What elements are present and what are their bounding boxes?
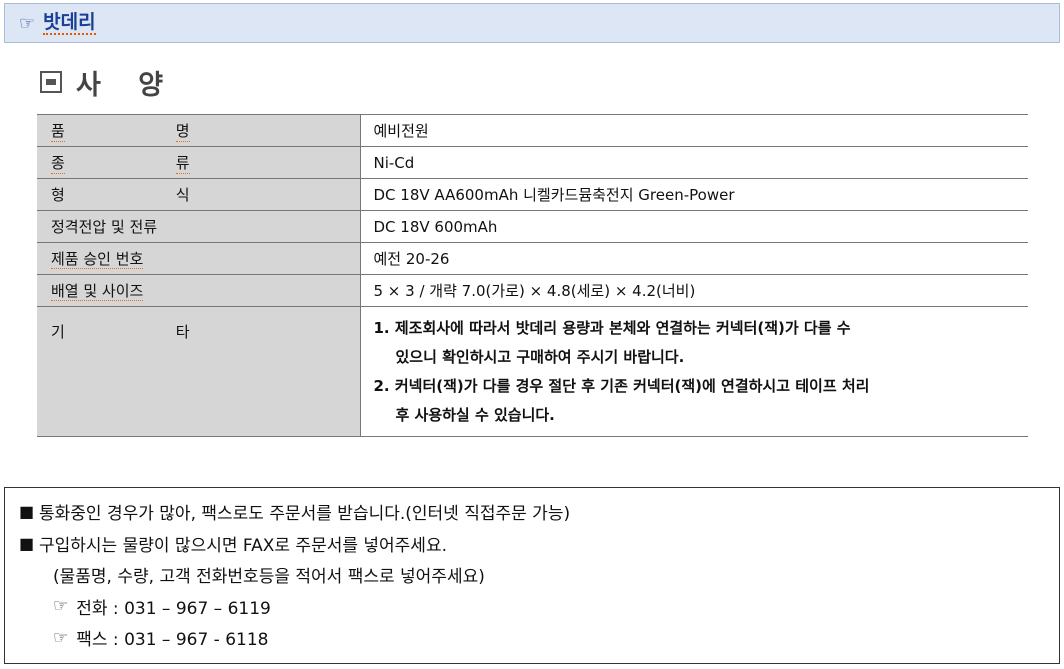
list-item: ☞ 팩스 : 031 – 967 - 6118 (19, 622, 1059, 654)
table-row: 형식 DC 18V AA600mAh 니켈카드뮴축전지 Green-Power (37, 178, 1028, 211)
order-info-box: ■ 통화중인 경우가 많아, 팩스로도 주문서를 받습니다.(인터넷 직접주문 … (4, 487, 1060, 664)
row-value: 1. 제조회사에 따라서 밧데리 용량과 본체와 연결하는 커넥터(잭)가 다를… (360, 306, 1029, 437)
order-note: 구입하시는 물량이 많으시면 FAX로 주문서를 넣어주세요. (39, 535, 447, 556)
row-value: 예전 20-26 (360, 242, 1028, 275)
row-label: 기타 (37, 306, 361, 437)
row-value: 5 × 3 / 개략 7.0(가로) × 4.8(세로) × 4.2(너비) (360, 274, 1028, 307)
note-line: 2. 커넥터(잭)가 다를 경우 절단 후 기존 커넥터(잭)에 연결하시고 테… (373, 376, 870, 395)
section-heading: 사 양 (40, 62, 177, 102)
row-label: 품명 (37, 114, 361, 147)
row-value: DC 18V 600mAh (360, 210, 1028, 243)
list-item: ■ 구입하시는 물량이 많으시면 FAX로 주문서를 넣어주세요. (19, 528, 1059, 560)
row-label: 제품 승인 번호 (37, 242, 361, 275)
row-value: DC 18V AA600mAh 니켈카드뮴축전지 Green-Power (360, 178, 1028, 211)
order-note: 통화중인 경우가 많아, 팩스로도 주문서를 받습니다.(인터넷 직접주문 가능… (39, 504, 571, 525)
row-label: 정격전압 및 전류 (37, 210, 361, 243)
table-row: 기타 1. 제조회사에 따라서 밧데리 용량과 본체와 연결하는 커넥터(잭)가… (37, 306, 1029, 437)
note-line: 있으니 확인하시고 구매하여 주시기 바랍니다. (395, 347, 685, 366)
section-title: 사 양 (76, 69, 178, 101)
page-title: 밧데리 (43, 11, 96, 35)
list-item: ■ 통화중인 경우가 많아, 팩스로도 주문서를 받습니다.(인터넷 직접주문 … (19, 496, 1059, 528)
pointing-hand-icon: ☞ (53, 627, 69, 648)
fax-number: 팩스 : 031 – 967 - 6118 (76, 630, 269, 651)
table-row: 정격전압 및 전류 DC 18V 600mAh (37, 210, 1028, 243)
square-bullet-icon: ■ (19, 533, 35, 553)
table-row: 품명 예비전원 (37, 114, 1028, 147)
notes-list: 1. 제조회사에 따라서 밧데리 용량과 본체와 연결하는 커넥터(잭)가 다를… (374, 308, 1029, 436)
row-label: 종류 (37, 146, 361, 179)
row-label: 배열 및 사이즈 (37, 274, 361, 307)
table-row: 제품 승인 번호 예전 20-26 (37, 242, 1028, 275)
note-line: 1. 제조회사에 따라서 밧데리 용량과 본체와 연결하는 커넥터(잭)가 다를… (373, 318, 851, 337)
table-row: 배열 및 사이즈 5 × 3 / 개략 7.0(가로) × 4.8(세로) × … (37, 274, 1028, 307)
square-box-icon (40, 71, 62, 93)
note-line: 후 사용하실 수 있습니다. (395, 405, 555, 424)
row-value: 예비전원 (360, 114, 1028, 147)
spec-table: 품명 예비전원 종류 Ni-Cd 형식 DC 18V AA600mAh 니켈카드… (37, 114, 1028, 437)
square-bullet-icon: ■ (19, 502, 35, 522)
pointing-hand-icon: ☞ (19, 12, 36, 34)
list-item: (물품명, 수량, 고객 전화번호등을 적어서 팩스로 넣어주세요) (19, 559, 1059, 591)
table-row: 종류 Ni-Cd (37, 146, 1028, 179)
list-item: ☞ 전화 : 031 – 967 – 6119 (19, 591, 1059, 623)
pointing-hand-icon: ☞ (53, 596, 69, 617)
phone-number: 전화 : 031 – 967 – 6119 (76, 598, 271, 619)
row-value: Ni-Cd (360, 146, 1028, 179)
header-bar: ☞ 밧데리 (4, 3, 1060, 43)
row-label: 형식 (37, 178, 361, 211)
order-note: (물품명, 수량, 고객 전화번호등을 적어서 팩스로 넣어주세요) (53, 567, 485, 588)
